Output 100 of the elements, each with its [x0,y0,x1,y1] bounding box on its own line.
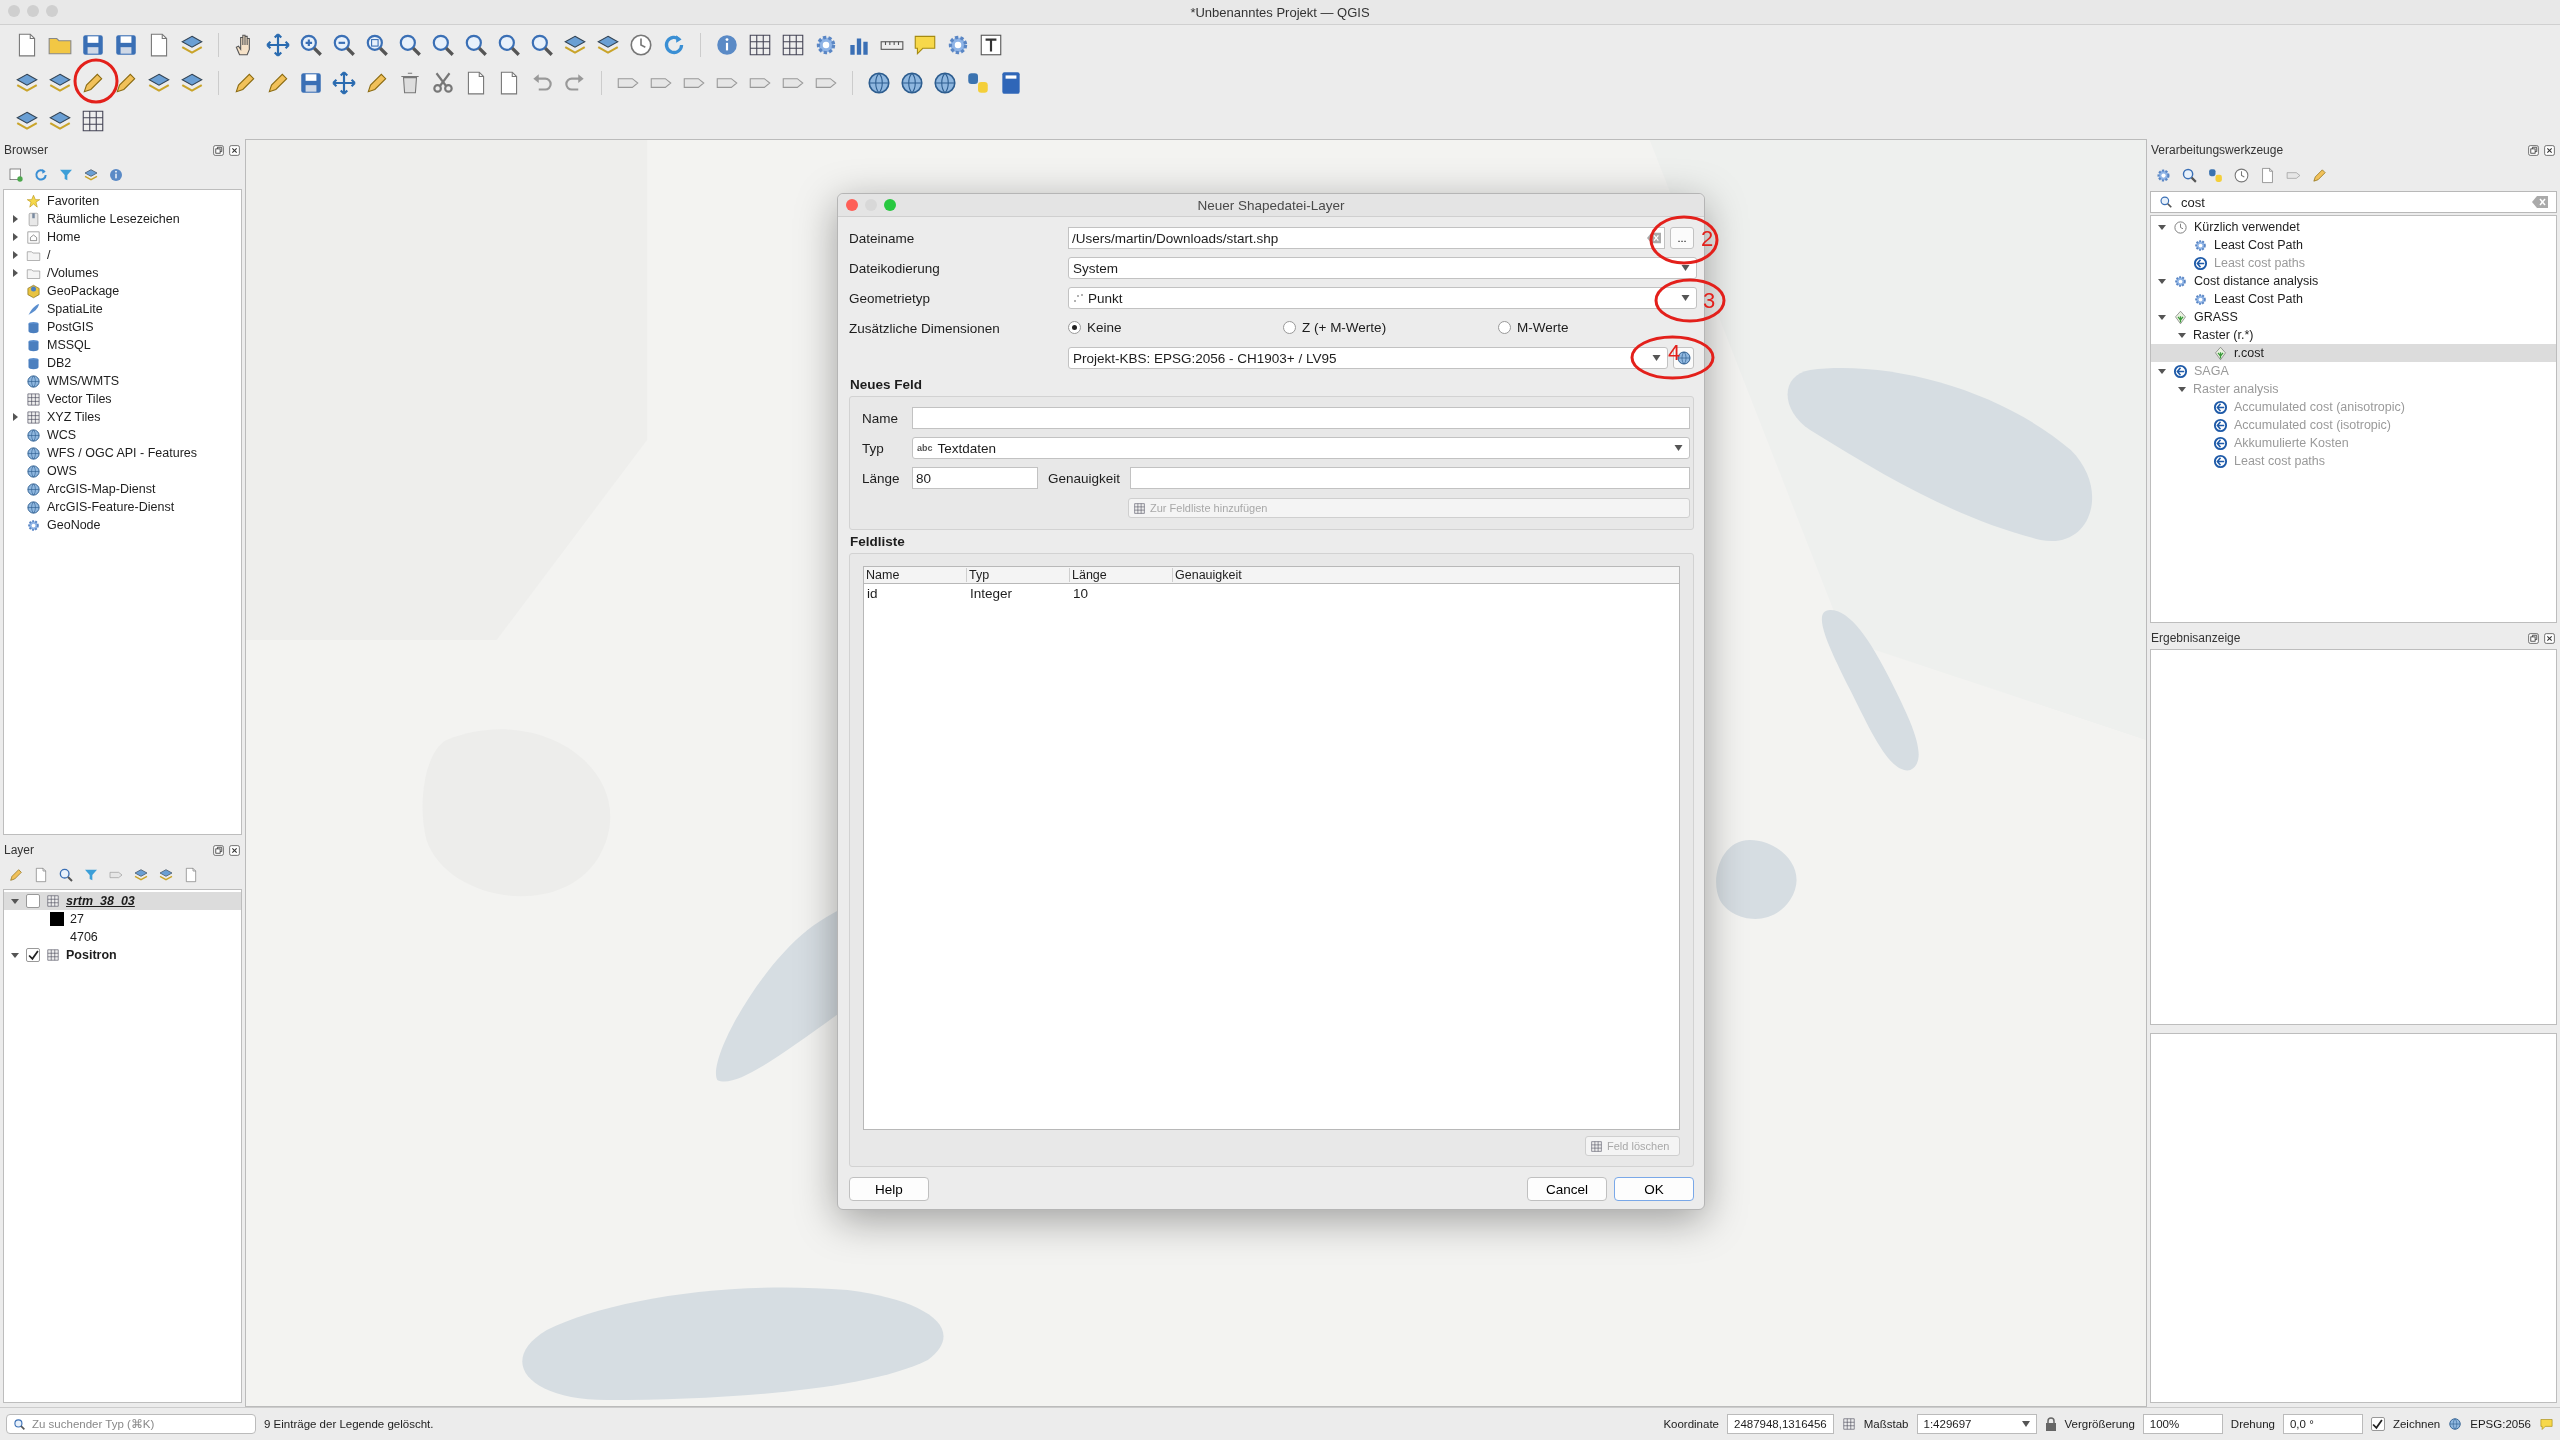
locator-field[interactable]: Zu suchender Typ (⌘K) [6,1414,256,1434]
algorithm-item[interactable]: GRASS [2194,310,2238,324]
lock-icon[interactable] [2044,1417,2057,1431]
browser-item[interactable]: WCS [47,428,77,442]
algorithm-item[interactable]: r.cost [2234,346,2264,360]
scale-combobox[interactable]: 1:429697 [1916,1414,2037,1434]
crs-status[interactable]: EPSG:2056 [2470,1418,2531,1430]
crs-combobox[interactable]: Projekt-KBS: EPSG:2056 - CH1903+ / LV95 [1068,347,1668,369]
algorithm-item[interactable]: Cost distance analysis [2194,274,2319,288]
browser-item[interactable]: WFS / OGC API - Features [47,446,198,460]
geometry-combobox[interactable]: Punkt [1068,287,1697,309]
algorithm-item[interactable]: Least Cost Path [2214,292,2303,306]
cross-arrows-icon[interactable] [331,70,357,96]
tree-arrow-icon[interactable] [2157,222,2167,232]
algorithm-item[interactable]: Raster (r.*) [2193,328,2254,342]
close-icon[interactable] [2543,143,2556,157]
dialog-button[interactable]: OK [1614,1177,1694,1201]
tree-arrow-icon[interactable] [10,250,20,260]
document-icon[interactable] [2259,166,2276,184]
refresh-icon[interactable] [33,167,49,183]
layer-name[interactable]: Positron [66,948,117,962]
browser-item[interactable]: MSSQL [47,338,91,352]
clock-icon[interactable] [628,32,654,58]
browser-item[interactable]: Favoriten [47,194,100,208]
search-field[interactable]: cost [2150,191,2557,213]
zoom-in-icon[interactable] [298,32,324,58]
globe-icon[interactable] [2448,1417,2463,1431]
rotation-spinbox[interactable]: 0,0 ° [2282,1414,2363,1434]
filter-icon[interactable] [83,867,99,883]
name-field[interactable] [912,407,1690,429]
column-header[interactable]: Genauigkeit [1173,568,1275,582]
scissors-icon[interactable] [430,70,456,96]
tree-arrow-icon[interactable] [10,268,20,278]
grid-icon[interactable] [747,32,773,58]
browser-item[interactable]: OWS [47,464,77,478]
column-header[interactable]: Länge [1070,568,1173,582]
dialog-button[interactable]: Help [849,1177,929,1201]
magnifier-icon[interactable] [2181,166,2198,184]
precision-field[interactable] [1130,467,1690,489]
browser-item[interactable]: / [47,248,51,262]
float-icon[interactable] [212,143,225,157]
magnifier-icon[interactable] [397,32,423,58]
dimension-radio[interactable]: Z (+ M-Werte) [1283,319,1387,335]
browser-item[interactable]: Vector Tiles [47,392,112,406]
layers-icon[interactable] [83,167,99,183]
dimension-radio[interactable]: Keine [1068,319,1122,335]
browse-button[interactable]: ... [1670,227,1694,249]
pencil-icon[interactable] [2311,166,2328,184]
tree-arrow-icon[interactable] [10,412,20,422]
magnifier-icon[interactable] [496,32,522,58]
layer-checkbox[interactable] [26,948,40,962]
tree-arrow-icon[interactable] [10,950,20,960]
add-icon[interactable] [8,167,24,183]
close-icon[interactable] [2543,631,2556,645]
encoding-combobox[interactable]: System [1068,257,1697,279]
globe-icon[interactable] [866,70,892,96]
column-header[interactable]: Typ [967,568,1070,582]
cross-arrows-icon[interactable] [265,32,291,58]
browser-item[interactable]: GeoNode [47,518,101,532]
browser-item[interactable]: ArcGIS-Map-Dienst [47,482,156,496]
algorithm-item[interactable]: Least Cost Path [2214,238,2303,252]
browser-item[interactable]: ArcGIS-Feature-Dienst [47,500,175,514]
float-icon[interactable] [2527,631,2540,645]
float-icon[interactable] [2527,143,2540,157]
dialog-button[interactable]: Cancel [1527,1177,1607,1201]
close-icon[interactable] [228,843,241,857]
filter-icon[interactable] [58,167,74,183]
gear-icon[interactable] [2155,166,2172,184]
browser-item[interactable]: GeoPackage [47,284,120,298]
browser-item[interactable]: WMS/WMTS [47,374,120,388]
tree-arrow-icon[interactable] [2157,276,2167,286]
browser-item[interactable]: /Volumes [47,266,99,280]
layer-checkbox[interactable] [26,894,40,908]
grid-icon[interactable] [80,108,106,134]
magnifier-icon[interactable] [463,32,489,58]
tree-arrow-icon[interactable] [10,896,20,906]
render-checkbox[interactable] [2370,1417,2385,1431]
info-icon[interactable] [714,32,740,58]
type-combobox[interactable]: abc Textdaten [912,437,1690,459]
browser-item[interactable]: PostGIS [47,320,94,334]
tree-arrow-icon[interactable] [10,214,20,224]
clock-icon[interactable] [2233,166,2250,184]
filename-field[interactable]: /Users/martin/Downloads/start.shp [1068,227,1666,249]
layers-icon[interactable] [158,867,174,883]
close-window-button[interactable] [846,199,858,211]
length-field[interactable]: 80 [912,467,1038,489]
tree-arrow-icon[interactable] [2157,312,2167,322]
magnifier-icon[interactable] [58,867,74,883]
magnifier-icon[interactable] [529,32,555,58]
clear-icon[interactable] [1647,232,1662,244]
layers-icon[interactable] [133,867,149,883]
grid-icon[interactable] [780,32,806,58]
browser-item[interactable]: Räumliche Lesezeichen [47,212,180,226]
browser-item[interactable]: DB2 [47,356,72,370]
browser-item[interactable]: SpatiaLite [47,302,103,316]
text-frame-icon[interactable] [978,32,1004,58]
tree-arrow-icon[interactable] [10,232,20,242]
coordinate-field[interactable]: 2487948,1316456 [1727,1414,1834,1434]
globe-icon[interactable] [899,70,925,96]
algorithm-item[interactable]: Kürzlich verwendet [2194,220,2300,234]
